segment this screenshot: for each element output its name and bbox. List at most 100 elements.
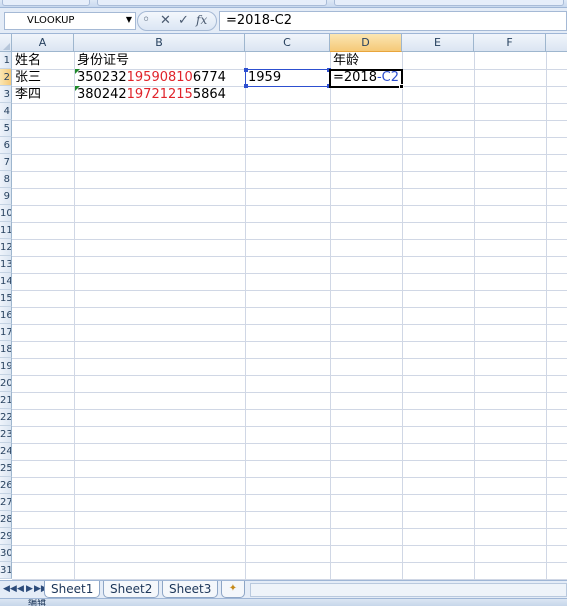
row-header-3[interactable]: 3 bbox=[0, 86, 12, 103]
grid-line bbox=[12, 562, 567, 563]
row-header-29[interactable]: 29 bbox=[0, 528, 12, 545]
cell-d2[interactable]: =2018-C2 bbox=[330, 69, 399, 86]
row-header-21[interactable]: 21 bbox=[0, 392, 12, 409]
row-header-30[interactable]: 30 bbox=[0, 545, 12, 562]
row-header-6[interactable]: 6 bbox=[0, 137, 12, 154]
row-header-27[interactable]: 27 bbox=[0, 494, 12, 511]
first-sheet-icon[interactable]: ◀◀ bbox=[3, 584, 17, 594]
grid-line bbox=[12, 358, 567, 359]
tab-sheet3[interactable]: Sheet3 bbox=[162, 581, 219, 598]
id-birthdate: 19590810 bbox=[126, 70, 193, 85]
grid-line bbox=[12, 443, 567, 444]
row-header-26[interactable]: 26 bbox=[0, 477, 12, 494]
id-birthdate: 19721215 bbox=[126, 87, 193, 102]
grid-line bbox=[12, 205, 567, 206]
cell-a2[interactable]: 张三 bbox=[12, 69, 41, 86]
row-header-31[interactable]: 31 bbox=[0, 562, 12, 579]
grid-line bbox=[245, 52, 246, 580]
row-header-25[interactable]: 25 bbox=[0, 460, 12, 477]
next-sheet-icon[interactable]: ▶ bbox=[26, 584, 33, 594]
cell-b3[interactable]: 380242197212155864 bbox=[74, 86, 226, 103]
row-header-28[interactable]: 28 bbox=[0, 511, 12, 528]
grid-line bbox=[12, 256, 567, 257]
grid-line bbox=[12, 545, 567, 546]
row-header-14[interactable]: 14 bbox=[0, 273, 12, 290]
column-header-e[interactable]: E bbox=[402, 34, 474, 52]
row-header-18[interactable]: 18 bbox=[0, 341, 12, 358]
column-header-c[interactable]: C bbox=[245, 34, 330, 52]
row-header-2[interactable]: 2 bbox=[0, 69, 12, 86]
cell-a3[interactable]: 李四 bbox=[12, 86, 41, 103]
grid-line bbox=[12, 477, 567, 478]
id-suffix: 6774 bbox=[192, 70, 226, 85]
ribbon-group bbox=[334, 0, 564, 6]
grid-line bbox=[12, 409, 567, 410]
row-header-10[interactable]: 10 bbox=[0, 205, 12, 222]
grid-line bbox=[12, 426, 567, 427]
insert-function-icon[interactable]: fx bbox=[196, 13, 207, 27]
row-header-11[interactable]: 11 bbox=[0, 222, 12, 239]
enter-icon[interactable]: ✓ bbox=[178, 13, 189, 28]
tab-sheet1[interactable]: Sheet1 bbox=[44, 581, 101, 598]
prev-sheet-icon[interactable]: ◀ bbox=[17, 584, 24, 594]
cell-d1[interactable]: 年龄 bbox=[330, 52, 359, 69]
ribbon-group bbox=[97, 0, 327, 6]
column-header-f[interactable]: F bbox=[474, 34, 546, 52]
row-header-4[interactable]: 4 bbox=[0, 103, 12, 120]
select-all-button[interactable] bbox=[0, 34, 12, 52]
grid-line bbox=[12, 341, 567, 342]
cell-b2[interactable]: 350232195908106774 bbox=[74, 69, 226, 86]
sheet-tab-bar: ◀◀ ◀ ▶ ▶▶ Sheet1 Sheet2 Sheet3 ✦ bbox=[0, 580, 567, 598]
row-header-23[interactable]: 23 bbox=[0, 426, 12, 443]
row-header-15[interactable]: 15 bbox=[0, 290, 12, 307]
grid-line bbox=[330, 52, 331, 580]
status-bar: 编辑 bbox=[0, 598, 567, 606]
ribbon-group bbox=[2, 0, 90, 6]
grip-icon: ◦ bbox=[142, 12, 151, 28]
row-header-20[interactable]: 20 bbox=[0, 375, 12, 392]
grid-line bbox=[12, 154, 567, 155]
column-header-a[interactable]: A bbox=[12, 34, 74, 52]
status-mode: 编辑 bbox=[28, 598, 47, 606]
row-header-16[interactable]: 16 bbox=[0, 307, 12, 324]
chevron-down-icon[interactable]: ▼ bbox=[126, 15, 132, 24]
row-header-8[interactable]: 8 bbox=[0, 171, 12, 188]
grid-line bbox=[546, 52, 547, 580]
row-header-9[interactable]: 9 bbox=[0, 188, 12, 205]
horizontal-scrollbar[interactable] bbox=[250, 583, 567, 597]
id-prefix: 350232 bbox=[77, 70, 127, 85]
formula-text: =2018 bbox=[333, 70, 377, 85]
grid-line bbox=[12, 307, 567, 308]
row-header-7[interactable]: 7 bbox=[0, 154, 12, 171]
grid-line bbox=[12, 137, 567, 138]
grid-line bbox=[12, 103, 567, 104]
cancel-icon[interactable]: ✕ bbox=[160, 13, 171, 28]
formula-input[interactable]: =2018-C2 bbox=[219, 11, 567, 31]
fill-handle[interactable] bbox=[399, 84, 404, 89]
worksheet-grid[interactable]: A B C D E F 1 2 3 4 5 6 7 8 9 10 11 12 13 14 15 16 17 18 1… bbox=[0, 34, 567, 580]
grid-line bbox=[402, 52, 403, 580]
column-header-d[interactable]: D bbox=[330, 34, 402, 52]
grid-line bbox=[12, 273, 567, 274]
name-box[interactable]: VLOOKUP ▼ bbox=[4, 12, 136, 30]
row-header-19[interactable]: 19 bbox=[0, 358, 12, 375]
row-header-1[interactable]: 1 bbox=[0, 52, 12, 69]
insert-sheet-icon[interactable]: ✦ bbox=[221, 581, 245, 598]
tab-sheet2[interactable]: Sheet2 bbox=[103, 581, 160, 598]
row-header-12[interactable]: 12 bbox=[0, 239, 12, 256]
row-header-5[interactable]: 5 bbox=[0, 120, 12, 137]
column-header-g[interactable] bbox=[546, 34, 567, 52]
formula-reference: -C2 bbox=[376, 70, 400, 85]
grid-line bbox=[12, 120, 567, 121]
row-header-22[interactable]: 22 bbox=[0, 409, 12, 426]
name-box-value: VLOOKUP bbox=[27, 15, 75, 26]
cell-c2[interactable]: 1959 bbox=[245, 69, 281, 86]
column-header-b[interactable]: B bbox=[74, 34, 245, 52]
id-prefix: 380242 bbox=[77, 87, 127, 102]
row-header-17[interactable]: 17 bbox=[0, 324, 12, 341]
row-header-13[interactable]: 13 bbox=[0, 256, 12, 273]
row-header-24[interactable]: 24 bbox=[0, 443, 12, 460]
cell-b1[interactable]: 身份证号 bbox=[74, 52, 129, 69]
cell-a1[interactable]: 姓名 bbox=[12, 52, 41, 69]
grid-line bbox=[74, 52, 75, 580]
